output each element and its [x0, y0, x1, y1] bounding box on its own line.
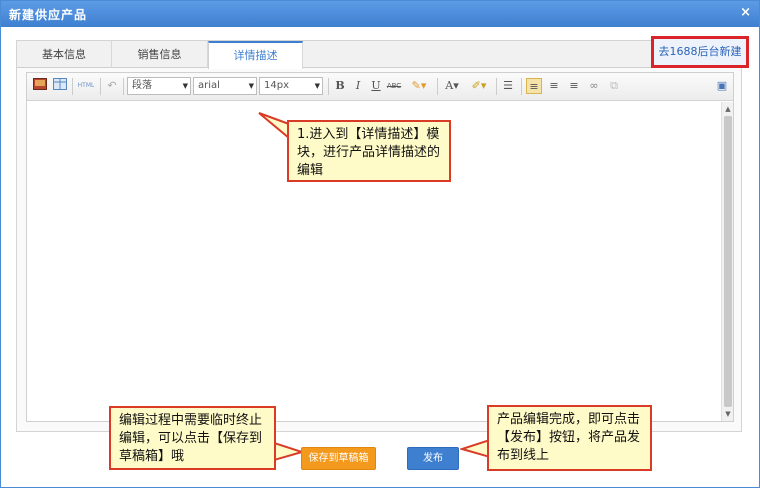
save-draft-button[interactable]: 保存到草稿箱: [301, 447, 376, 470]
dialog-titlebar: 新建供应产品 ×: [1, 1, 759, 27]
callout-pointer-publish: [460, 438, 490, 459]
scrollbar-thumb[interactable]: [724, 116, 732, 407]
chevron-down-icon: ▼: [248, 82, 254, 90]
callout-draft-tip: 编辑过程中需要临时终止编辑，可以点击【保存到草稿箱】哦: [109, 406, 276, 470]
strikethrough-button[interactable]: ABC: [386, 78, 402, 94]
insert-table-icon[interactable]: [52, 78, 68, 94]
scroll-up-icon[interactable]: ▲: [723, 104, 733, 114]
paragraph-format-value: 段落: [132, 80, 152, 91]
scroll-down-icon[interactable]: ▼: [723, 409, 733, 419]
publish-button[interactable]: 发布: [407, 447, 459, 470]
insert-image-icon[interactable]: [32, 78, 48, 94]
callout-pointer-draft: [274, 441, 304, 462]
undo-icon[interactable]: ↶: [104, 78, 120, 94]
underline-button[interactable]: U: [368, 78, 384, 94]
chevron-down-icon: ▼: [182, 82, 188, 90]
font-color-label: A: [445, 79, 454, 92]
dialog-title: 新建供应产品: [9, 8, 88, 22]
goto-1688-backend-button[interactable]: 去1688后台新建: [651, 36, 749, 68]
paragraph-format-select[interactable]: 段落 ▼: [127, 77, 191, 95]
callout-step1: 1.进入到【详情描述】模块，进行产品详情描述的编辑: [287, 120, 451, 182]
bold-button[interactable]: B: [332, 78, 348, 94]
tab-detail-description[interactable]: 详情描述: [208, 41, 303, 69]
chevron-down-icon: ▼: [314, 82, 320, 90]
link-icon[interactable]: ∞: [586, 78, 602, 94]
close-icon[interactable]: ×: [740, 5, 751, 20]
tab-basic-info[interactable]: 基本信息: [17, 41, 112, 68]
tab-bar: 基本信息 销售信息 详情描述: [17, 41, 741, 69]
html-source-button[interactable]: HTML: [76, 78, 96, 94]
font-size-value: 14px: [264, 80, 289, 91]
highlight-color-icon[interactable]: ✐▾: [467, 78, 491, 94]
font-family-value: arial: [198, 80, 220, 91]
font-color-button[interactable]: A▾: [441, 78, 463, 94]
editor-scrollbar[interactable]: ▲ ▼: [721, 102, 733, 421]
format-brush-icon[interactable]: ✎▾: [407, 78, 431, 94]
unlink-icon[interactable]: ⧉: [606, 78, 622, 94]
align-right-icon[interactable]: ≡: [566, 78, 582, 94]
font-size-select[interactable]: 14px ▼: [259, 77, 323, 95]
align-center-icon[interactable]: ≡: [546, 78, 562, 94]
callout-publish-tip: 产品编辑完成，即可点击【发布】按钮，将产品发布到线上: [487, 405, 652, 471]
font-family-select[interactable]: arial ▼: [193, 77, 257, 95]
indent-icon[interactable]: ☰: [500, 78, 516, 94]
tab-sales-info[interactable]: 销售信息: [112, 41, 208, 68]
align-left-icon[interactable]: ≡: [526, 78, 542, 94]
fullscreen-icon[interactable]: ▣: [714, 78, 730, 94]
editor-toolbar: HTML ↶ 段落 ▼ arial ▼ 14px ▼ B I U ABC ✎▾ A▾ …: [27, 73, 733, 101]
italic-button[interactable]: I: [350, 78, 366, 94]
